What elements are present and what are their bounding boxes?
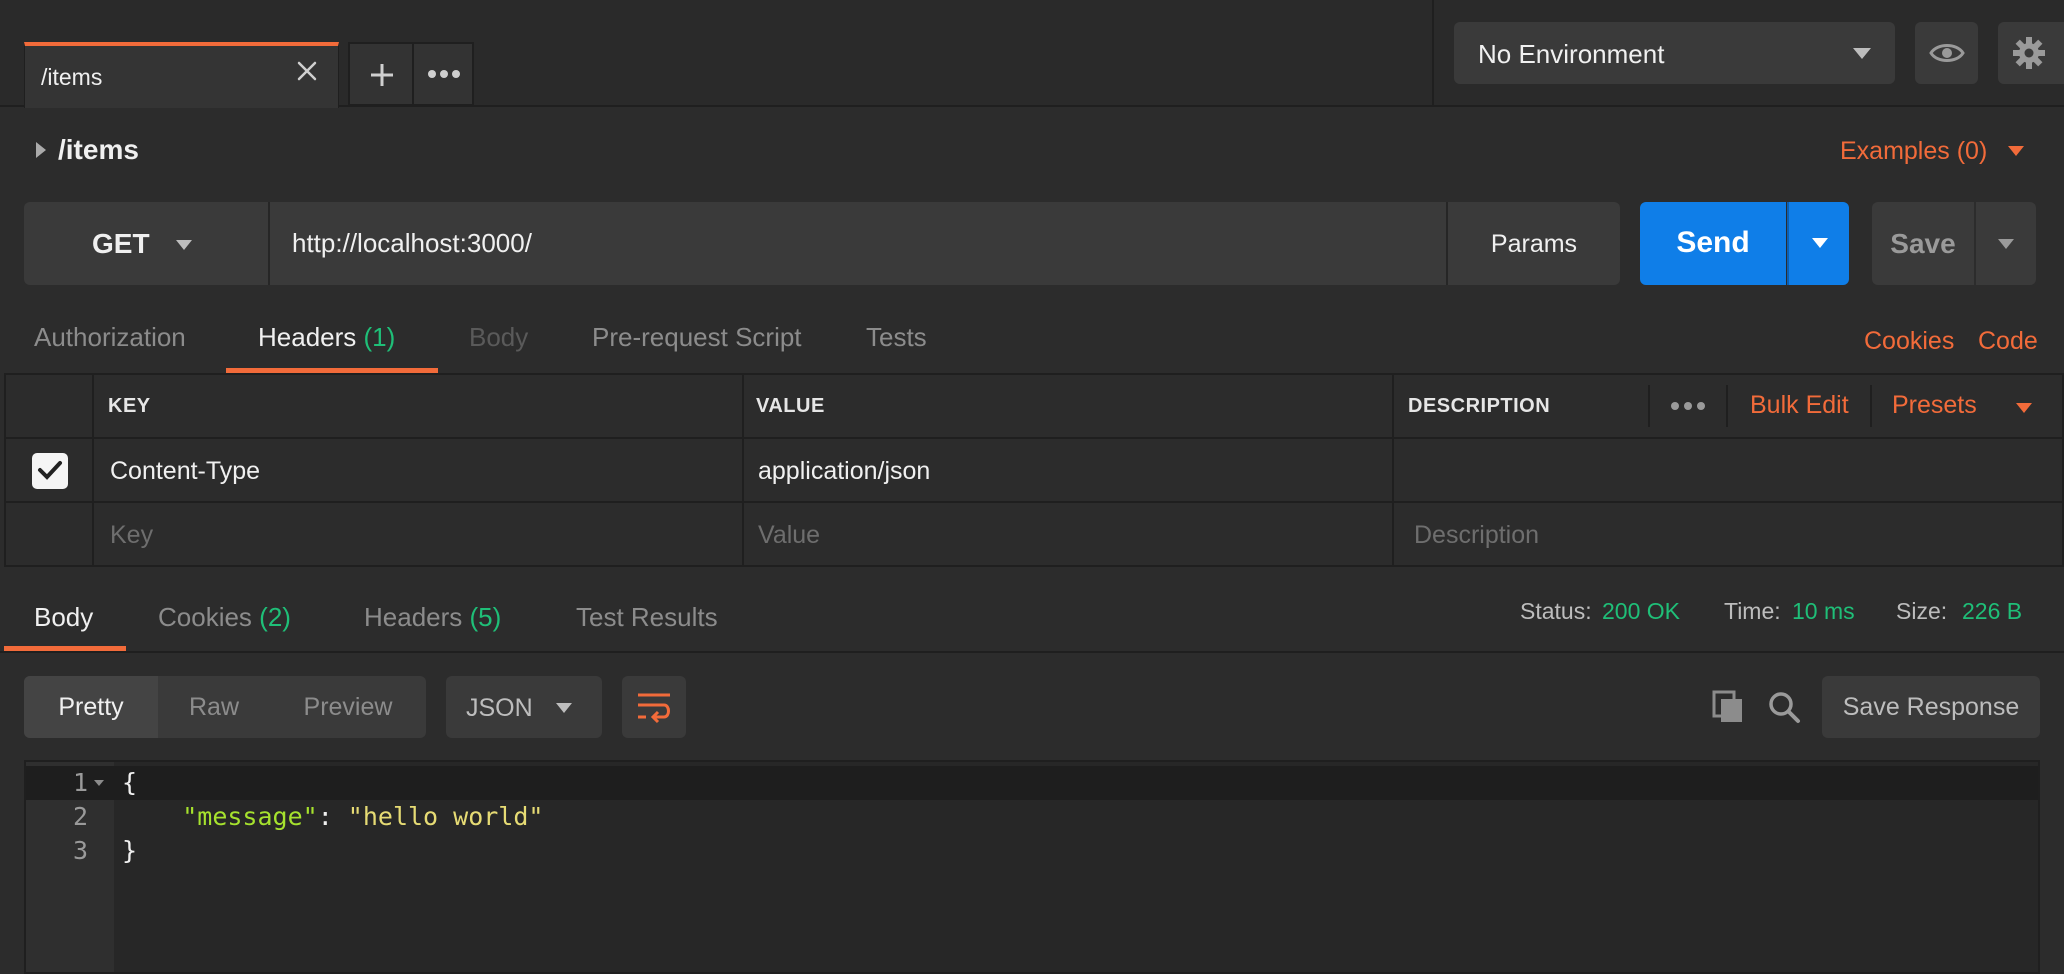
table-header-row: KEY VALUE DESCRIPTION Bulk Edit Presets	[4, 373, 2064, 439]
fold-icon[interactable]	[94, 780, 104, 786]
code-line: 1 {	[26, 766, 2038, 800]
request-title[interactable]: /items	[58, 134, 139, 166]
value-placeholder[interactable]: Value	[758, 521, 820, 550]
tab-options-button[interactable]	[412, 42, 474, 106]
code-link[interactable]: Code	[1978, 327, 2038, 356]
divider	[0, 651, 2064, 653]
header-key[interactable]: Content-Type	[110, 457, 260, 486]
description-placeholder[interactable]: Description	[1414, 521, 1539, 550]
more-horizontal-icon[interactable]	[1670, 401, 1706, 411]
environment-select[interactable]: No Environment	[1454, 22, 1895, 84]
environment-quick-look-button[interactable]	[1915, 22, 1978, 84]
code-line: 3 }	[26, 834, 2038, 868]
request-tab[interactable]: /items	[24, 42, 339, 108]
cookies-link[interactable]: Cookies	[1864, 327, 1954, 356]
size-label: Size:	[1896, 598, 1948, 624]
eye-icon	[1929, 44, 1965, 62]
params-label: Params	[1490, 230, 1578, 258]
json-key: "message"	[182, 802, 318, 831]
check-icon	[38, 461, 62, 480]
chevron-down-icon	[556, 703, 572, 713]
response-tab-headers[interactable]: Headers (5)	[364, 602, 501, 633]
chevron-down-icon	[1812, 238, 1828, 248]
row-enabled-checkbox[interactable]	[32, 453, 68, 489]
tab-headers-count: (1)	[363, 322, 396, 352]
json-value: "hello world"	[347, 802, 544, 831]
tab-authorization[interactable]: Authorization	[34, 322, 186, 353]
chevron-down-icon	[1998, 239, 2014, 249]
tab-headers[interactable]: Headers (1)	[258, 322, 395, 353]
status-label: Status:	[1520, 598, 1592, 624]
examples-dropdown[interactable]: Examples (0)	[1840, 137, 1987, 166]
wrap-lines-button[interactable]	[622, 676, 686, 738]
new-tab-button[interactable]	[348, 42, 414, 106]
save-response-label: Save Response	[1842, 693, 2020, 721]
time-label: Time:	[1724, 598, 1781, 624]
chevron-down-icon	[176, 240, 192, 250]
raw-button[interactable]: Raw	[158, 676, 270, 738]
table-row: Content-Type application/json	[4, 437, 2064, 503]
response-tab-cookies[interactable]: Cookies (2)	[158, 602, 291, 633]
line-number: 1	[72, 768, 88, 797]
environment-label: No Environment	[1478, 39, 1665, 69]
params-button[interactable]: Params	[1446, 202, 1620, 285]
save-options-button[interactable]	[1976, 202, 2036, 285]
settings-button[interactable]	[1998, 22, 2064, 84]
send-button[interactable]: Send	[1640, 202, 1786, 285]
key-placeholder[interactable]: Key	[110, 521, 153, 550]
copy-icon[interactable]	[1712, 690, 1744, 724]
tab-pre-request-script[interactable]: Pre-request Script	[592, 322, 802, 353]
format-label: JSON	[466, 694, 533, 722]
save-response-button[interactable]: Save Response	[1822, 676, 2040, 738]
request-tab-title: /items	[41, 64, 103, 90]
line-number: 2	[72, 802, 88, 831]
wrap-lines-icon	[638, 693, 670, 724]
plus-icon	[371, 64, 393, 86]
more-horizontal-icon	[428, 70, 460, 78]
divider	[1432, 0, 1434, 107]
column-description: DESCRIPTION	[1408, 395, 1551, 417]
header-description[interactable]	[1394, 439, 2064, 501]
view-mode-group: Pretty Raw Preview	[24, 676, 426, 738]
code-text: }	[122, 836, 138, 865]
table-row-new: Key Value Description	[4, 501, 2064, 567]
size-value[interactable]: 226 B	[1962, 598, 2022, 625]
response-tab-body[interactable]: Body	[34, 602, 93, 633]
tab-headers-label: Headers	[258, 322, 357, 352]
chevron-down-icon	[1853, 48, 1871, 59]
code-line: 2 "message": "hello world"	[26, 800, 2038, 834]
code-text: "message": "hello world"	[122, 800, 543, 834]
send-options-button[interactable]	[1787, 202, 1849, 285]
chevron-down-icon[interactable]	[2016, 403, 2032, 413]
preview-button[interactable]: Preview	[270, 676, 426, 738]
tab-tests[interactable]: Tests	[866, 322, 927, 353]
time-value[interactable]: 10 ms	[1792, 598, 1855, 625]
code-text: {	[122, 768, 138, 797]
close-icon[interactable]	[292, 56, 322, 86]
save-button[interactable]: Save	[1872, 202, 1974, 285]
column-value: VALUE	[756, 395, 825, 417]
save-label: Save	[1890, 228, 1956, 259]
search-icon[interactable]	[1767, 690, 1801, 724]
chevron-down-icon[interactable]	[2008, 146, 2024, 156]
json-separator: :	[317, 802, 348, 831]
gear-icon	[2013, 37, 2045, 69]
expand-caret-icon[interactable]	[36, 142, 46, 158]
method-select[interactable]: GET	[24, 202, 270, 285]
format-select[interactable]: JSON	[446, 676, 602, 738]
presets-dropdown[interactable]: Presets	[1892, 391, 1977, 420]
pretty-button[interactable]: Pretty	[24, 676, 158, 738]
send-label: Send	[1676, 226, 1750, 259]
bulk-edit-button[interactable]: Bulk Edit	[1750, 391, 1849, 420]
tab-body[interactable]: Body	[469, 322, 528, 353]
status-value[interactable]: 200 OK	[1602, 598, 1680, 625]
header-value[interactable]: application/json	[758, 457, 930, 486]
url-input[interactable]	[270, 202, 1446, 285]
response-body-editor[interactable]: 1 { 2 "message": "hello world" 3 }	[24, 760, 2040, 974]
column-key: KEY	[108, 395, 151, 417]
method-label: GET	[92, 228, 150, 259]
response-tab-test-results[interactable]: Test Results	[576, 602, 718, 633]
line-number: 3	[72, 836, 88, 865]
headers-table: KEY VALUE DESCRIPTION Bulk Edit Presets …	[4, 373, 2064, 567]
